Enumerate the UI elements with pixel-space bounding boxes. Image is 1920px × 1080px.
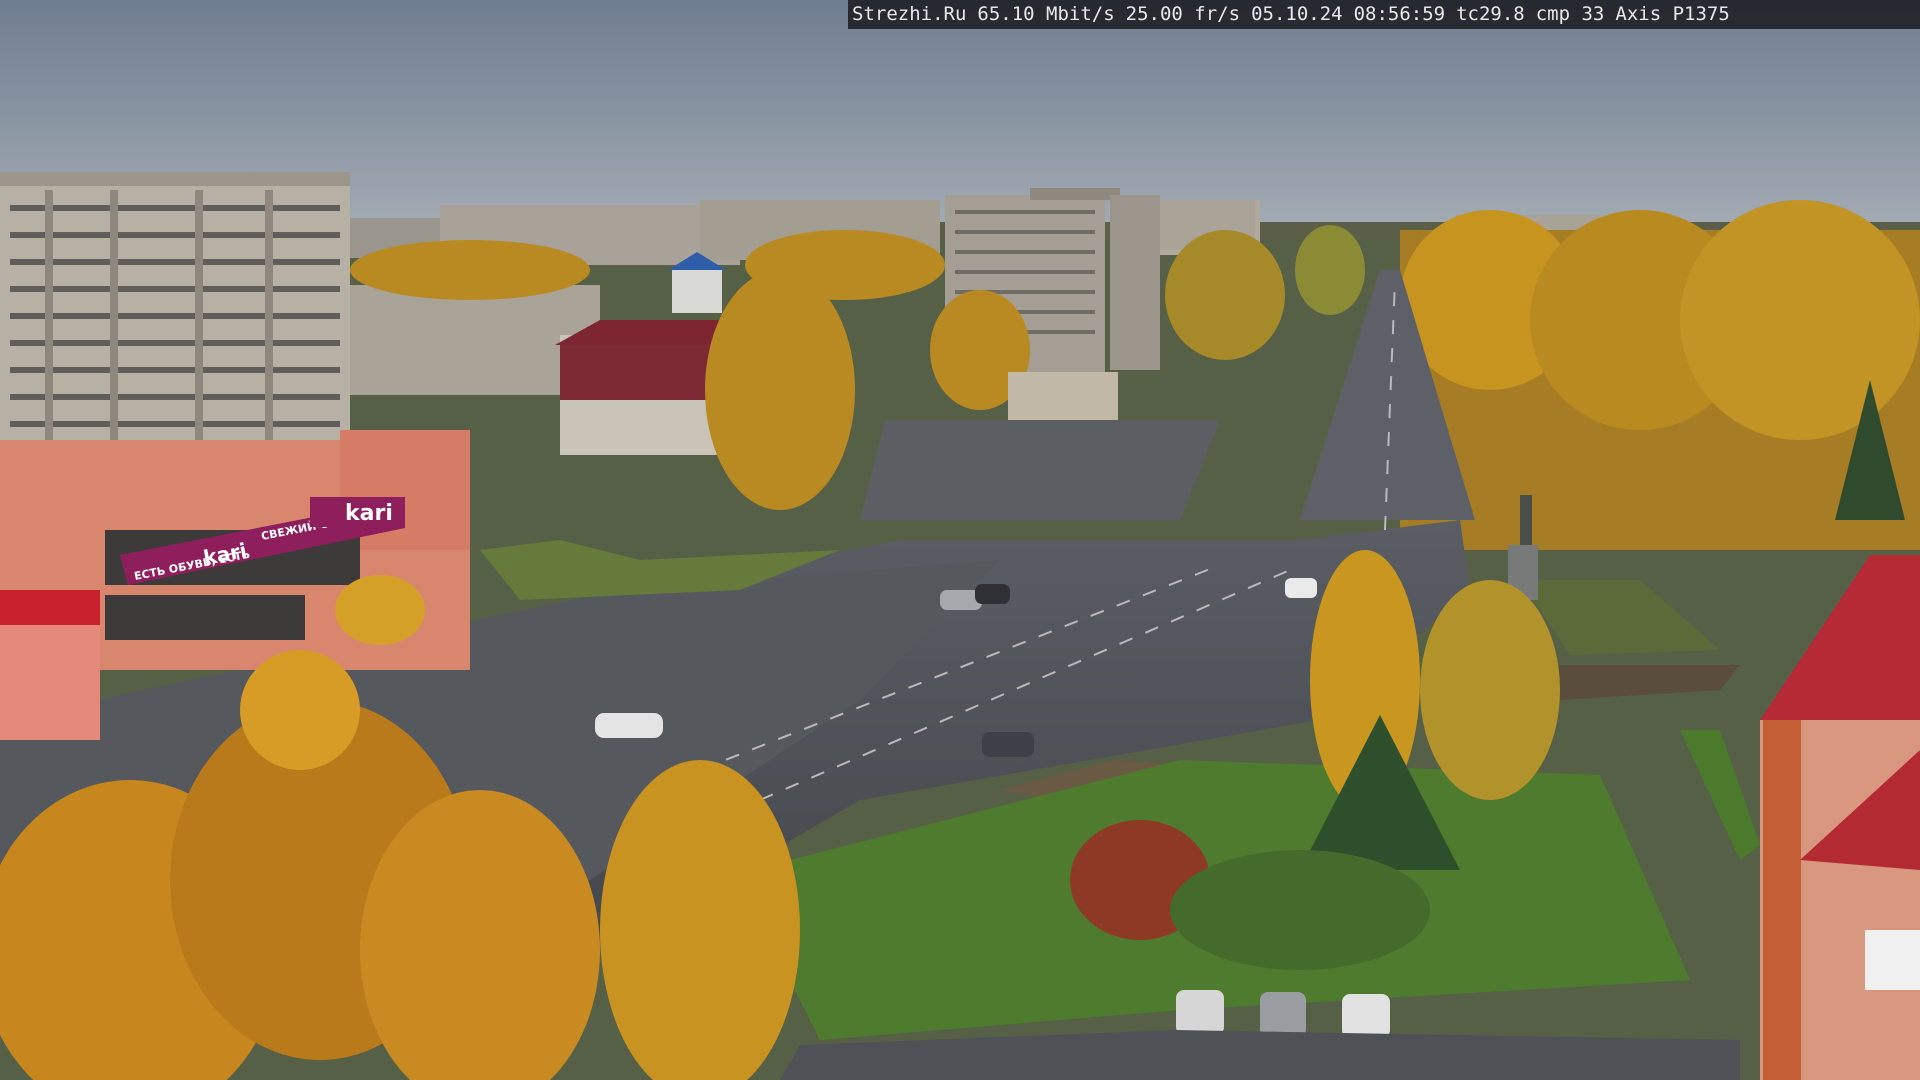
osd-framerate: 25.00 fr/s [1125, 3, 1241, 25]
small-pavilion [1008, 372, 1118, 420]
paved-square [860, 420, 1220, 520]
osd-site: Strezhi.Ru [852, 3, 967, 25]
kari-logo-text: kari [345, 501, 393, 526]
webcam-scene: kari ЕСТЬ ОБУВЬ, ЕСТЬ СВЕЖИЙ ОБРАЗ kari [0, 0, 1920, 1080]
osd-camera-model: Axis P1375 [1615, 3, 1730, 25]
kari-logo-sign: kari [310, 497, 405, 527]
osd-time: 08:56:59 [1353, 3, 1446, 25]
osd-cmp: cmp 33 [1535, 3, 1605, 25]
right-birch-forest [1400, 200, 1920, 550]
osd-tc: tc29.8 [1456, 3, 1525, 25]
osd-bitrate: 65.10 Mbit/s [977, 3, 1115, 25]
camera-osd-overlay: Strezhi.Ru 65.10 Mbit/s 25.00 fr/s 05.10.24… [848, 0, 1920, 29]
osd-date: 05.10.24 [1251, 3, 1343, 25]
